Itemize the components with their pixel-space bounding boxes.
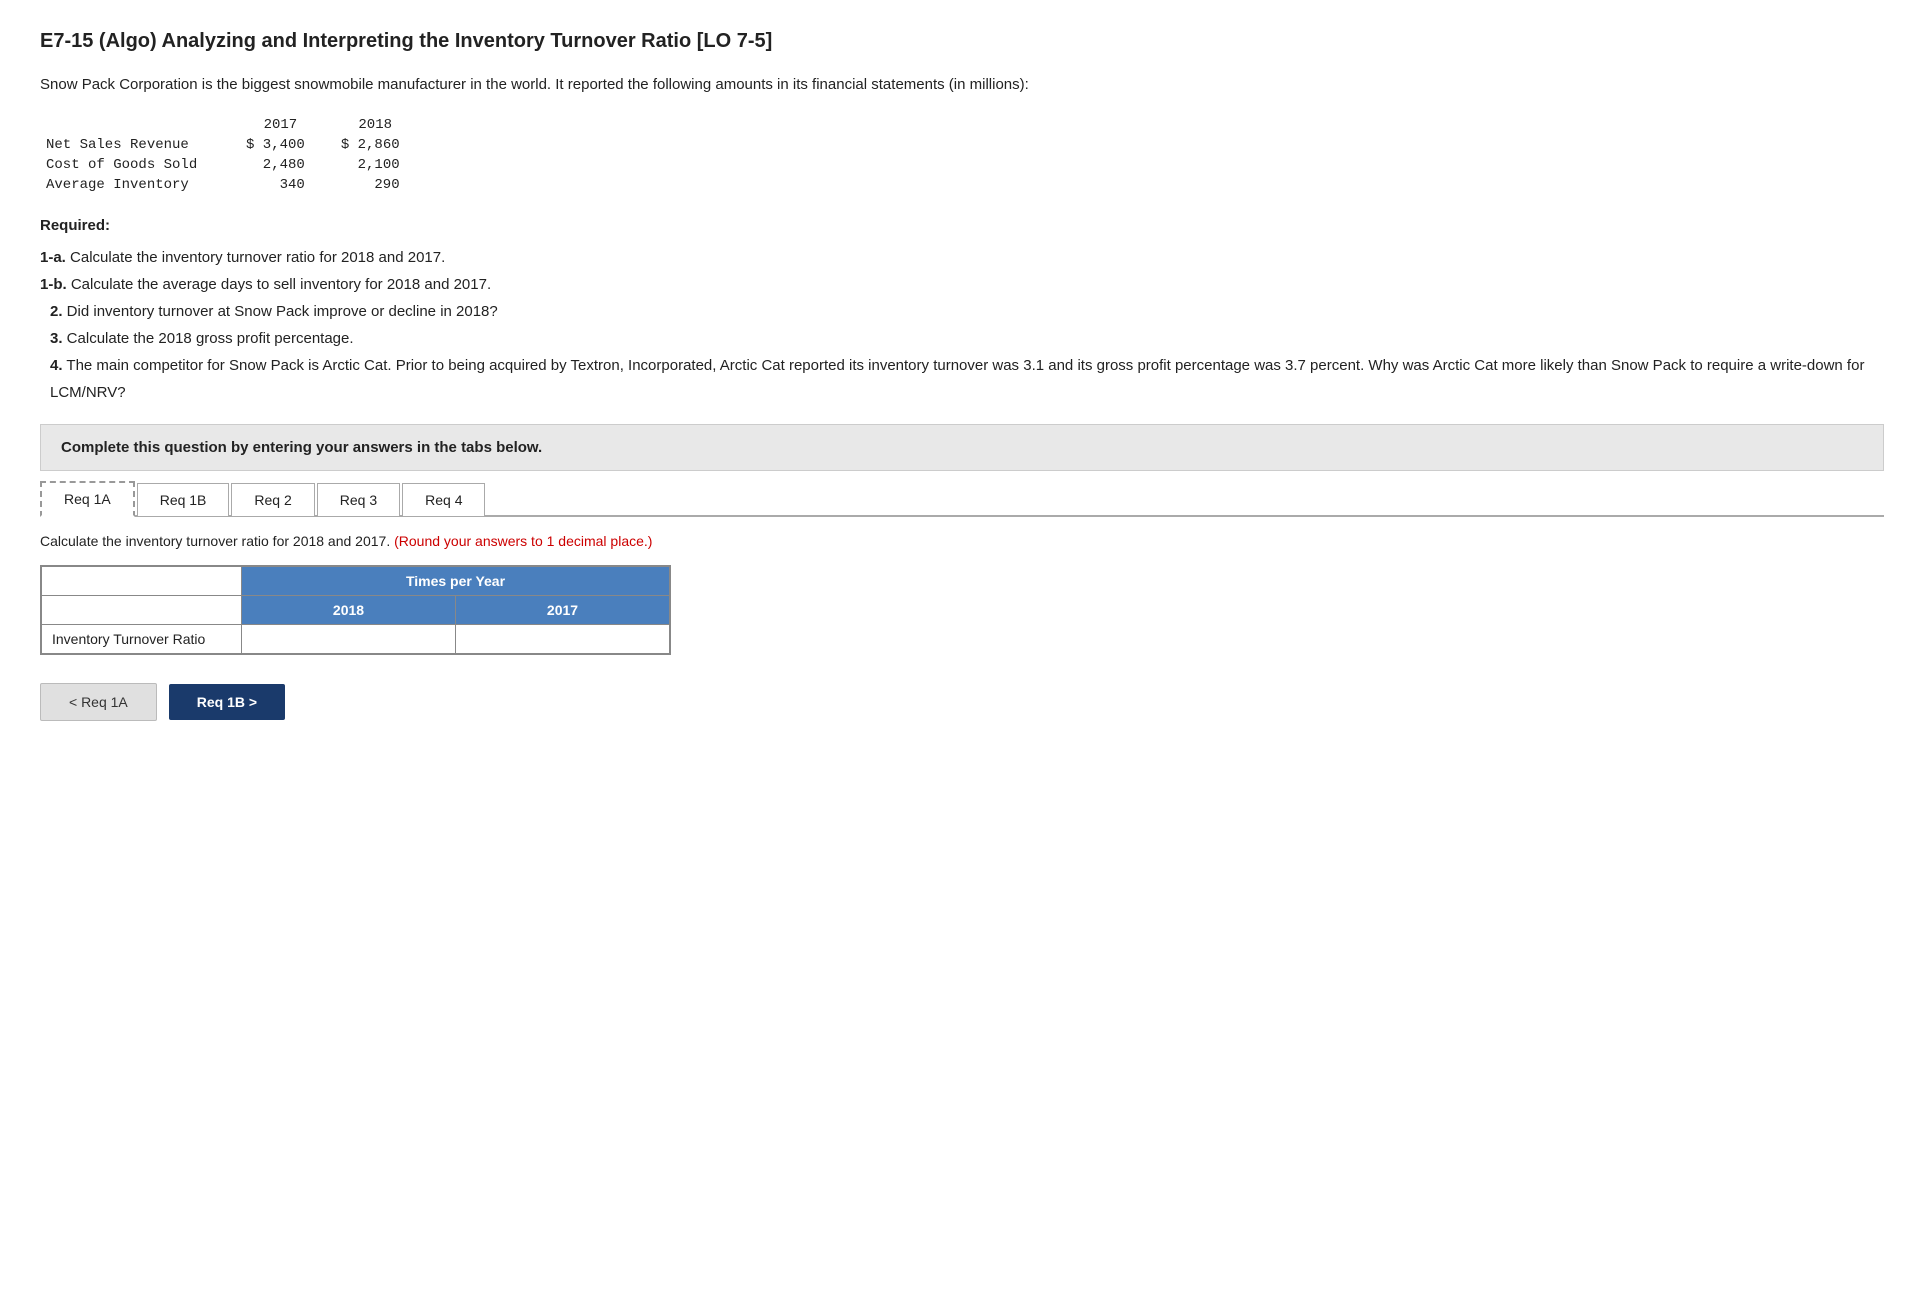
required-items: 1-a. Calculate the inventory turnover ra… [40, 244, 1884, 406]
financial-table: 2017 2018 Net Sales Revenue $ 3,400 $ 2,… [40, 115, 430, 195]
tab-content-req1a: Calculate the inventory turnover ratio f… [40, 517, 1884, 721]
tab-req3[interactable]: Req 3 [317, 483, 400, 517]
answer-year-2017: 2017 [456, 596, 670, 625]
tab-req2-label: Req 2 [254, 492, 291, 508]
tab-req2[interactable]: Req 2 [231, 483, 314, 517]
row-cogs-2017: 2,480 [240, 155, 335, 175]
tab-req1b-label: Req 1B [160, 492, 207, 508]
tab-instruction: Calculate the inventory turnover ratio f… [40, 533, 1884, 549]
row-avg-inv-label: Average Inventory [40, 175, 240, 195]
req-1b-bold: 1-b. [40, 276, 67, 293]
row-cogs-label: Cost of Goods Sold [40, 155, 240, 175]
tab-req1b[interactable]: Req 1B [137, 483, 230, 517]
req-item-1a: 1-a. Calculate the inventory turnover ra… [40, 244, 1884, 271]
req-4-bold: 4. [50, 357, 63, 374]
answer-row-label: Inventory Turnover Ratio [42, 625, 242, 654]
answer-input-2018[interactable] [258, 631, 439, 647]
answer-group-header: Times per Year [242, 567, 670, 596]
tabs-container: Req 1A Req 1B Req 2 Req 3 Req 4 [40, 479, 1884, 517]
complete-banner: Complete this question by entering your … [40, 424, 1884, 471]
answer-table: Times per Year 2018 2017 Inventory Turno… [41, 566, 670, 654]
intro-text: Snow Pack Corporation is the biggest sno… [40, 73, 1884, 97]
row-cogs-2018: 2,100 [335, 155, 430, 175]
required-label: Required: [40, 217, 1884, 234]
instruction-red: (Round your answers to 1 decimal place.) [394, 533, 652, 549]
row-avg-inv-2018: 290 [335, 175, 430, 195]
row-net-sales-2017: $ 3,400 [240, 135, 335, 155]
req-1a-text: Calculate the inventory turnover ratio f… [66, 249, 445, 266]
tab-req1a[interactable]: Req 1A [40, 481, 135, 517]
req-item-1b: 1-b. Calculate the average days to sell … [40, 271, 1884, 298]
req-3-text: Calculate the 2018 gross profit percenta… [63, 330, 354, 347]
req-1a-bold: 1-a. [40, 249, 66, 266]
req-2-bold: 2. [50, 303, 63, 320]
req-item-2: 2. Did inventory turnover at Snow Pack i… [50, 298, 1884, 325]
tab-req4[interactable]: Req 4 [402, 483, 485, 517]
col-header-2017: 2017 [240, 115, 335, 135]
complete-banner-text: Complete this question by entering your … [61, 439, 542, 456]
tab-req1a-label: Req 1A [64, 491, 111, 507]
req-3-bold: 3. [50, 330, 63, 347]
answer-year-2018: 2018 [242, 596, 456, 625]
row-avg-inv-2017: 340 [240, 175, 335, 195]
tab-req3-label: Req 3 [340, 492, 377, 508]
answer-input-2017-cell[interactable] [456, 625, 670, 654]
prev-button-label: < Req 1A [69, 694, 128, 710]
answer-table-label-header [42, 596, 242, 625]
req-item-4: 4. The main competitor for Snow Pack is … [50, 352, 1884, 406]
instruction-plain: Calculate the inventory turnover ratio f… [40, 533, 394, 549]
answer-table-corner [42, 567, 242, 596]
page-title: E7-15 (Algo) Analyzing and Interpreting … [40, 30, 1884, 53]
next-button[interactable]: Req 1B > [169, 684, 285, 720]
row-net-sales-label: Net Sales Revenue [40, 135, 240, 155]
prev-button[interactable]: < Req 1A [40, 683, 157, 721]
col-label-empty [40, 115, 240, 135]
required-section: Required: 1-a. Calculate the inventory t… [40, 217, 1884, 406]
row-net-sales-2018: $ 2,860 [335, 135, 430, 155]
answer-table-wrapper: Times per Year 2018 2017 Inventory Turno… [40, 565, 671, 655]
req-1b-text: Calculate the average days to sell inven… [67, 276, 491, 293]
req-item-3: 3. Calculate the 2018 gross profit perce… [50, 325, 1884, 352]
col-header-2018: 2018 [335, 115, 430, 135]
next-button-label: Req 1B > [197, 694, 257, 710]
tab-req4-label: Req 4 [425, 492, 462, 508]
answer-input-2017[interactable] [472, 631, 653, 647]
answer-input-2018-cell[interactable] [242, 625, 456, 654]
req-4-text: The main competitor for Snow Pack is Arc… [50, 357, 1864, 401]
req-2-text: Did inventory turnover at Snow Pack impr… [63, 303, 498, 320]
bottom-nav: < Req 1A Req 1B > [40, 683, 1884, 721]
